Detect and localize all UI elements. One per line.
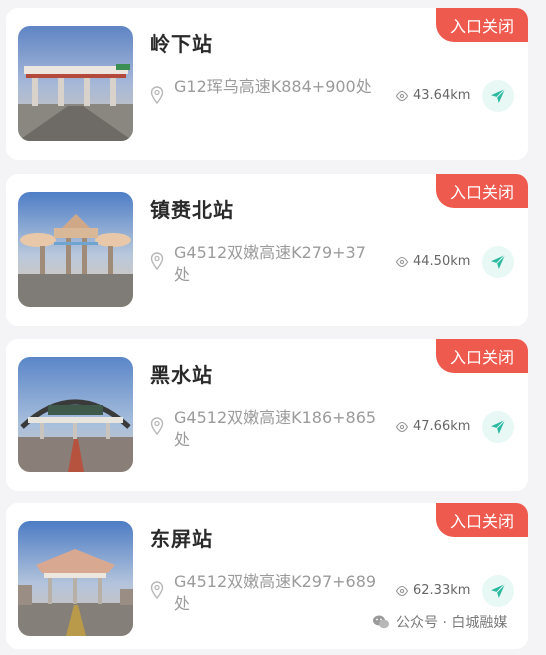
distance-text: 43.64km [413,88,471,103]
station-name: 镇赉北站 [150,198,234,222]
distance-pin-icon [395,255,409,269]
distance-text: 47.66km [413,419,471,434]
station-card[interactable]: 岭下站 G12珲乌高速K884+900处 43.64km 入口关闭 [6,8,528,160]
distance-text: 62.33km [413,583,471,598]
distance: 62.33km [395,583,470,598]
station-address-text: G12珲乌高速K884+900处 [174,77,372,96]
station-address-text: G4512双嫩高速K186+865处 [174,408,377,449]
navigate-button[interactable] [482,80,514,112]
navigate-arrow-icon [491,419,506,434]
location-pin-icon [150,581,164,599]
status-badge: 入口关闭 [436,339,528,373]
distance-pin-icon [395,420,409,434]
station-address: G4512双嫩高速K186+865处 [150,407,378,451]
navigate-arrow-icon [491,583,506,598]
distance: 43.64km [395,88,470,103]
distance: 47.66km [395,419,470,434]
distance-pin-icon [395,584,409,598]
navigate-arrow-icon [491,254,506,269]
station-name: 黑水站 [150,363,213,387]
watermark: 公众号 · 白城融媒 [372,612,507,632]
station-address-text: G4512双嫩高速K297+689处 [174,572,377,613]
station-photo [18,357,133,472]
distance-pin-icon [395,89,409,103]
station-name: 岭下站 [150,32,213,56]
station-address: G4512双嫩高速K279+37处 [150,242,378,286]
distance-text: 44.50km [413,254,471,269]
navigate-arrow-icon [491,88,506,103]
location-pin-icon [150,417,164,435]
station-card[interactable]: 黑水站 G4512双嫩高速K186+865处 47.66km 入口关闭 [6,339,528,491]
station-name: 东屏站 [150,527,213,551]
station-address: G4512双嫩高速K297+689处 [150,571,378,615]
station-photo [18,192,133,307]
location-pin-icon [150,252,164,270]
station-list: 岭下站 G12珲乌高速K884+900处 43.64km 入口关闭 镇赉北站 G… [0,0,546,655]
wechat-icon [372,614,390,630]
station-card[interactable]: 镇赉北站 G4512双嫩高速K279+37处 44.50km 入口关闭 [6,174,528,326]
status-badge: 入口关闭 [436,174,528,208]
station-photo [18,26,133,141]
location-pin-icon [150,86,164,104]
status-badge: 入口关闭 [436,8,528,42]
distance: 44.50km [395,254,470,269]
navigate-button[interactable] [482,246,514,278]
station-address: G12珲乌高速K884+900处 [150,76,378,104]
station-address-text: G4512双嫩高速K279+37处 [174,243,366,284]
navigate-button[interactable] [482,575,514,607]
watermark-text: 公众号 · 白城融媒 [396,615,508,631]
station-photo [18,521,133,636]
navigate-button[interactable] [482,411,514,443]
status-badge: 入口关闭 [436,503,528,537]
